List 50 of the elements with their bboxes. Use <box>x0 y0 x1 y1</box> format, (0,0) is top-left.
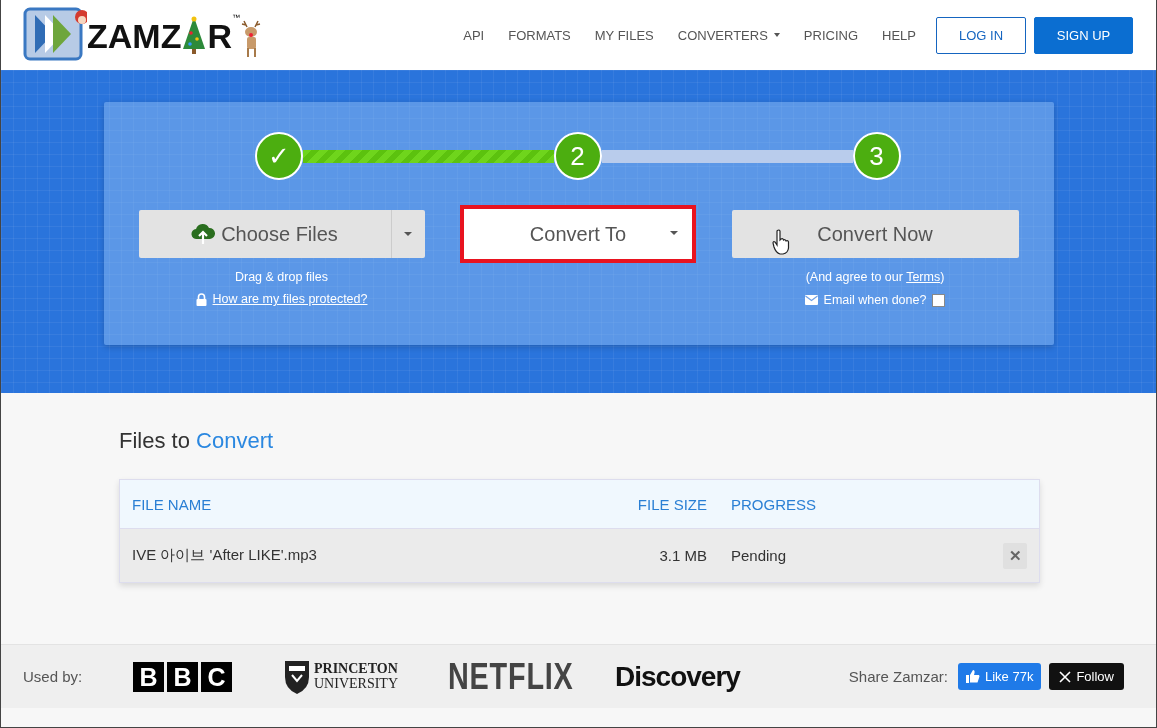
christmas-tree-icon <box>181 15 208 55</box>
lock-icon <box>195 292 207 306</box>
logo-letter: B <box>133 661 164 692</box>
trademark-mark: ™ <box>232 13 240 22</box>
convert-to-dropdown[interactable]: Convert To <box>460 205 696 263</box>
step-circle: 3 <box>852 132 901 180</box>
nav-link[interactable]: HELP <box>882 27 916 43</box>
envelope-icon <box>804 295 818 305</box>
remove-button[interactable]: ✕ <box>1003 542 1027 569</box>
netflix-logo: NETFLIX <box>448 655 574 698</box>
used-by-label: Used by: <box>23 668 84 685</box>
step-circle: 2 <box>553 132 602 180</box>
nav-link[interactable]: MY FILES <box>594 27 654 43</box>
column-header: PROGRESS <box>730 495 818 513</box>
terms-note: (And agree to our Terms) <box>805 270 945 284</box>
nav-link[interactable]: API <box>463 27 485 43</box>
column-header: FILE NAME <box>131 495 213 513</box>
follow-button[interactable]: Follow <box>1049 663 1124 690</box>
nav-link[interactable]: PRICING <box>803 27 859 43</box>
nav-link[interactable]: FORMATS <box>508 27 571 43</box>
convert-now-button[interactable]: Convert Now <box>731 210 1019 258</box>
x-logo-icon <box>1059 670 1072 683</box>
table-cell-text: 3.1 MB <box>658 547 707 564</box>
caret-icon <box>404 232 412 236</box>
drag-drop-hint: Drag & drop files <box>234 270 329 284</box>
princeton-logo: PRINCETON UNIVERSITY <box>314 661 398 692</box>
choose-files-button[interactable]: Choose Files <box>138 210 425 258</box>
table-cell-text: IVE 아이브 'After LIKE'.mp3 <box>131 546 318 565</box>
email-checkbox[interactable] <box>932 293 946 307</box>
nav-link[interactable]: CONVERTERS <box>677 27 780 43</box>
logo-text: R <box>207 19 232 53</box>
like-button[interactable]: Like 77k <box>958 663 1042 690</box>
logo-letter: B <box>167 661 198 692</box>
thumbs-up-icon <box>966 670 980 683</box>
email-label: Email when done? <box>823 293 927 307</box>
column-header: FILE SIZE <box>636 495 707 513</box>
step-circle: ✓ <box>254 132 303 180</box>
shield-icon <box>284 658 310 695</box>
logo-letter: C <box>201 661 232 692</box>
hand-cursor-icon <box>771 229 790 255</box>
discovery-logo: Discovery <box>615 660 740 693</box>
sign-up-button[interactable]: SIGN UP <box>1034 16 1133 54</box>
logo-text: ZAMZ <box>87 19 182 53</box>
logo-icon <box>23 7 87 61</box>
cloud-upload-icon <box>191 223 216 245</box>
files-heading: Files to Convert <box>119 428 275 454</box>
table-cell-text: Pending <box>730 547 788 564</box>
reindeer-icon <box>240 19 262 59</box>
share-label: Share Zamzar: <box>848 668 948 685</box>
log-in-button[interactable]: LOG IN <box>936 16 1026 54</box>
